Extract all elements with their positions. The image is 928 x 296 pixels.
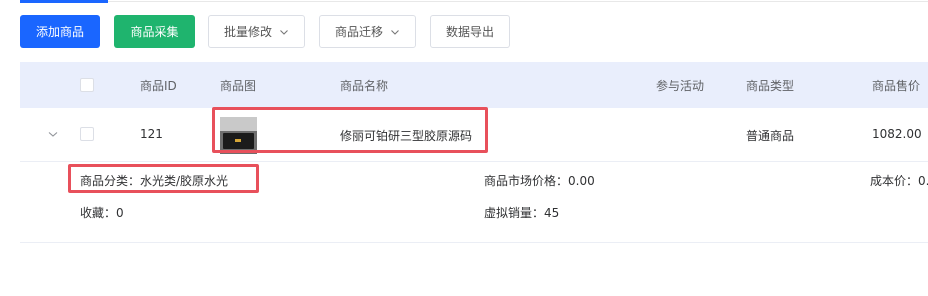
virtual-sales: 虚拟销量：45: [484, 206, 560, 220]
batch-edit-dropdown[interactable]: 批量修改: [208, 15, 305, 48]
export-data-button[interactable]: 数据导出: [430, 15, 510, 48]
market-price: 商品市场价格：0.00: [484, 174, 595, 188]
row-divider: [20, 161, 928, 162]
migrate-dropdown[interactable]: 商品迁移: [319, 15, 416, 48]
detail-divider: [20, 242, 928, 243]
column-header-type: 商品类型: [746, 79, 795, 93]
row-checkbox[interactable]: [80, 127, 94, 141]
expand-chevron-icon[interactable]: [47, 128, 59, 140]
batch-edit-label: 批量修改: [223, 25, 272, 39]
tab-divider: [108, 1, 928, 2]
favorites-count: 收藏：0: [80, 206, 124, 220]
active-tab-indicator: [20, 0, 108, 3]
select-all-checkbox[interactable]: [80, 78, 94, 92]
migrate-label: 商品迁移: [334, 25, 383, 39]
table-header: 商品ID 商品图 商品名称 参与活动 商品类型 商品售价: [20, 62, 928, 108]
add-product-button[interactable]: 添加商品: [20, 15, 100, 48]
product-type: 普通商品: [746, 129, 795, 143]
collect-products-button[interactable]: 商品采集: [114, 15, 195, 48]
product-id: 121: [140, 127, 163, 141]
column-header-activity: 参与活动: [656, 79, 705, 93]
column-header-image: 商品图: [220, 79, 257, 93]
chevron-down-icon: [280, 29, 288, 35]
highlight-box-product: [212, 107, 488, 153]
column-header-name: 商品名称: [340, 79, 389, 93]
highlight-box-category: [68, 164, 259, 193]
column-header-price: 商品售价: [872, 79, 921, 93]
chevron-down-icon: [391, 29, 399, 35]
product-price: 1082.00: [872, 127, 922, 141]
column-header-id: 商品ID: [140, 79, 177, 93]
cost-price: 成本价：0.: [870, 174, 928, 188]
